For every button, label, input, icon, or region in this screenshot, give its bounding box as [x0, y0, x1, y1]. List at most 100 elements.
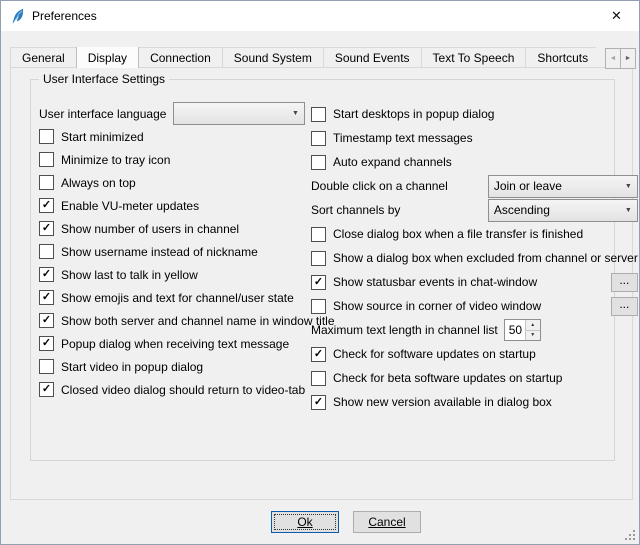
spin-buttons: ▲▼ [525, 320, 540, 340]
checkbox-row-show-emojis-and-text-for-channel-user-state[interactable]: ✓ Show emojis and text for channel/user s… [39, 286, 305, 309]
spin-down-icon[interactable]: ▼ [526, 331, 540, 341]
checkbox-show-source-in-corner-of-video-window[interactable] [311, 299, 326, 314]
tab-scroll-left-icon[interactable]: ◄ [605, 48, 621, 69]
checkbox-row-start-video-in-popup-dialog[interactable]: Start video in popup dialog [39, 355, 305, 378]
right-column: Start desktops in popup dialog Timestamp … [311, 102, 638, 414]
checkbox-start-video-in-popup-dialog[interactable] [39, 359, 54, 374]
combo-label: Sort channels by [311, 203, 400, 217]
checkbox-label: Close dialog box when a file transfer is… [333, 227, 583, 241]
tab-shortcuts[interactable]: Shortcuts [525, 47, 596, 67]
checkbox-row-start-desktops-in-popup-dialog[interactable]: Start desktops in popup dialog [311, 102, 638, 126]
tab-sound-system[interactable]: Sound System [222, 47, 324, 67]
checkbox-row-show-source-in-corner-of-video-window[interactable]: Show source in corner of video window... [311, 294, 638, 318]
checkbox-row-show-last-to-talk-in-yellow[interactable]: ✓Show last to talk in yellow [39, 263, 305, 286]
checkbox-row-check-for-software-updates-on-startup[interactable]: ✓ Check for software updates on startup [311, 342, 638, 366]
checkbox-row-minimize-to-tray-icon[interactable]: Minimize to tray icon [39, 148, 305, 171]
checkbox-minimize-to-tray-icon[interactable] [39, 152, 54, 167]
checkbox-popup-dialog-when-receiving-text-message[interactable]: ✓ [39, 336, 54, 351]
checkbox-show-statusbar-events-in-chat-window[interactable]: ✓ [311, 275, 326, 290]
checkbox-timestamp-text-messages[interactable] [311, 131, 326, 146]
dialog-button-row: Ok Cancel [27, 511, 640, 533]
checkbox-row-always-on-top[interactable]: Always on top [39, 171, 305, 194]
checkbox-check-for-software-updates-on-startup[interactable]: ✓ [311, 347, 326, 362]
tab-scroll-control: ◄ ► [605, 48, 636, 69]
spin-row-maximum-text-length-in-channel-list: Maximum text length in channel list 50▲▼ [311, 318, 638, 342]
checkbox-closed-video-dialog-should-return-to-video-tab[interactable]: ✓ [39, 382, 54, 397]
ok-button[interactable]: Ok [271, 511, 339, 533]
checkbox-row-show-statusbar-events-in-chat-window[interactable]: ✓ Show statusbar events in chat-window... [311, 270, 638, 294]
checkbox-row-check-for-beta-software-updates-on-startup[interactable]: Check for beta software updates on start… [311, 366, 638, 390]
tab-general[interactable]: General [10, 47, 77, 67]
checkbox-label: Popup dialog when receiving text message [61, 337, 289, 351]
chevron-down-icon: ▼ [620, 183, 637, 190]
checkbox-row-closed-video-dialog-should-return-to-video-tab[interactable]: ✓Closed video dialog should return to vi… [39, 378, 305, 401]
spinbox-maximum-text-length-in-channel-list[interactable]: 50▲▼ [504, 319, 541, 341]
checkbox-show-number-of-users-in-channel[interactable]: ✓ [39, 221, 54, 236]
tab-bar: GeneralDisplayConnectionSound SystemSoun… [10, 47, 596, 68]
checkbox-always-on-top[interactable] [39, 175, 54, 190]
checkbox-row-start-minimized[interactable]: Start minimized [39, 125, 305, 148]
tab-display[interactable]: Display [76, 47, 139, 68]
checkbox-label: Start desktops in popup dialog [333, 107, 494, 121]
checkbox-label: Show new version available in dialog box [333, 395, 552, 409]
checkbox-row-timestamp-text-messages[interactable]: Timestamp text messages [311, 126, 638, 150]
display-tab-page: User Interface Settings User interface l… [10, 67, 633, 500]
chevron-down-icon: ▼ [287, 110, 304, 117]
more-button-show-source-in-corner-of-video-window[interactable]: ... [611, 297, 638, 316]
app-logo-icon [10, 8, 26, 24]
checkbox-show-emojis-and-text-for-channel-user-state[interactable]: ✓ [39, 290, 54, 305]
checkbox-label: Show both server and channel name in win… [61, 314, 335, 328]
checkbox-label: Check for beta software updates on start… [333, 371, 562, 385]
checkbox-label: Always on top [61, 176, 136, 190]
checkbox-row-show-a-dialog-box-when-excluded-from-channel-or-server[interactable]: Show a dialog box when excluded from cha… [311, 246, 638, 270]
cancel-button[interactable]: Cancel [353, 511, 421, 533]
checkbox-show-username-instead-of-nickname[interactable] [39, 244, 54, 259]
combo-value: Join or leave [489, 179, 620, 193]
combo-row-user-interface-language: User interface language ▼ [39, 102, 305, 125]
checkbox-label: Show number of users in channel [61, 222, 239, 236]
checkbox-close-dialog-box-when-a-file-transfer-is-finished[interactable] [311, 227, 326, 242]
combo-row-double-click-on-a-channel: Double click on a channelJoin or leave▼ [311, 174, 638, 198]
spin-up-icon[interactable]: ▲ [526, 320, 540, 331]
checkbox-row-show-both-server-and-channel-name-in-window-title[interactable]: ✓Show both server and channel name in wi… [39, 309, 305, 332]
checkbox-row-show-new-version-available-in-dialog-box[interactable]: ✓ Show new version available in dialog bo… [311, 390, 638, 414]
combo-double-click-on-a-channel[interactable]: Join or leave▼ [488, 175, 638, 198]
checkbox-label: Timestamp text messages [333, 131, 473, 145]
checkbox-auto-expand-channels[interactable] [311, 155, 326, 170]
checkbox-label: Show statusbar events in chat-window [333, 275, 537, 289]
checkbox-start-desktops-in-popup-dialog[interactable] [311, 107, 326, 122]
checkbox-show-a-dialog-box-when-excluded-from-channel-or-server[interactable] [311, 251, 326, 266]
checkbox-check-for-beta-software-updates-on-startup[interactable] [311, 371, 326, 386]
tab-sound-events[interactable]: Sound Events [323, 47, 422, 67]
checkbox-enable-vu-meter-updates[interactable]: ✓ [39, 198, 54, 213]
combo-label: User interface language [39, 107, 166, 121]
checkbox-row-auto-expand-channels[interactable]: Auto expand channels [311, 150, 638, 174]
checkbox-row-popup-dialog-when-receiving-text-message[interactable]: ✓ Popup dialog when receiving text messag… [39, 332, 305, 355]
tab-connection[interactable]: Connection [138, 47, 223, 67]
combo-sort-channels-by[interactable]: Ascending▼ [488, 199, 638, 222]
resize-grip[interactable] [624, 529, 637, 542]
spin-value: 50 [505, 320, 525, 340]
tab-scroll-right-icon[interactable]: ► [620, 48, 636, 69]
checkbox-label: Show emojis and text for channel/user st… [61, 291, 294, 305]
close-icon[interactable]: ✕ [594, 1, 639, 31]
more-button-show-statusbar-events-in-chat-window[interactable]: ... [611, 273, 638, 292]
checkbox-row-show-number-of-users-in-channel[interactable]: ✓ Show number of users in channel [39, 217, 305, 240]
checkbox-label: Auto expand channels [333, 155, 452, 169]
combo-user-interface-language[interactable]: ▼ [173, 102, 305, 125]
checkbox-show-last-to-talk-in-yellow[interactable]: ✓ [39, 267, 54, 282]
checkbox-row-show-username-instead-of-nickname[interactable]: Show username instead of nickname [39, 240, 305, 263]
checkbox-show-new-version-available-in-dialog-box[interactable]: ✓ [311, 395, 326, 410]
checkbox-row-close-dialog-box-when-a-file-transfer-is-finished[interactable]: Close dialog box when a file transfer is… [311, 222, 638, 246]
checkbox-label: Minimize to tray icon [61, 153, 170, 167]
combo-row-sort-channels-by: Sort channels by Ascending▼ [311, 198, 638, 222]
spin-label: Maximum text length in channel list [311, 323, 498, 337]
checkbox-label: Show a dialog box when excluded from cha… [333, 251, 638, 265]
checkbox-start-minimized[interactable] [39, 129, 54, 144]
checkbox-show-both-server-and-channel-name-in-window-title[interactable]: ✓ [39, 313, 54, 328]
checkbox-row-enable-vu-meter-updates[interactable]: ✓ Enable VU-meter updates [39, 194, 305, 217]
tab-text-to-speech[interactable]: Text To Speech [421, 47, 527, 67]
checkbox-label: Show username instead of nickname [61, 245, 258, 259]
checkbox-label: Enable VU-meter updates [61, 199, 199, 213]
checkbox-label: Check for software updates on startup [333, 347, 536, 361]
